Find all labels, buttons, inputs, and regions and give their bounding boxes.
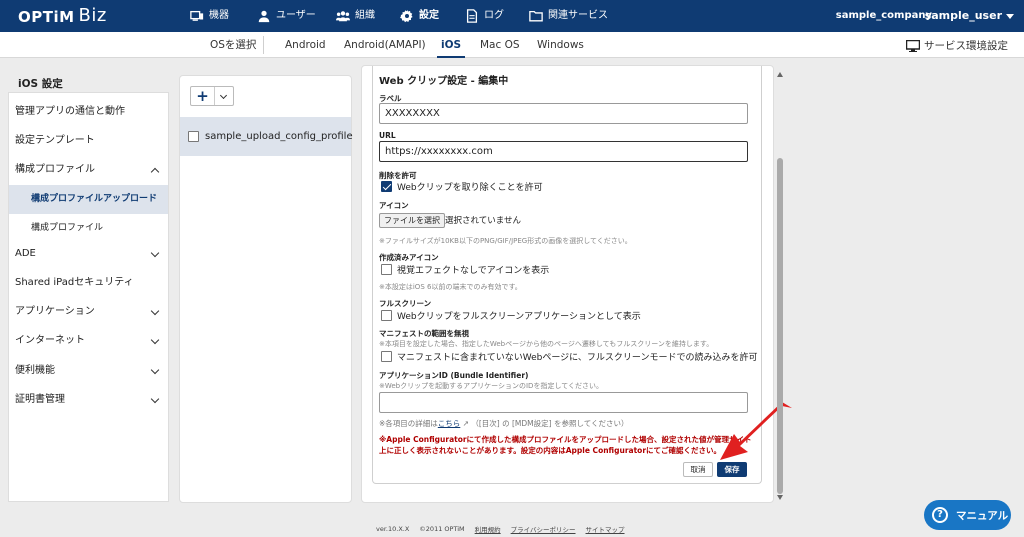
sidebar-item-config-profile-upload[interactable]: 構成プロファイルアップロード [9, 185, 168, 214]
nav-users[interactable]: ユーザー [257, 0, 316, 32]
file-status: 選択されていません [445, 216, 521, 226]
chevron-down-icon [150, 365, 160, 375]
sidebar-item-config-profile[interactable]: 構成プロファイル [9, 155, 168, 184]
folder-icon [529, 10, 543, 22]
chevron-down-icon[interactable] [1006, 14, 1014, 19]
chevron-down-icon[interactable] [215, 87, 233, 105]
list-item[interactable]: sample_upload_config_profile [180, 117, 353, 156]
sidebar-title: iOS 設定 [18, 78, 63, 90]
tab-ios[interactable]: iOS [436, 32, 466, 58]
bundle-id-label: アプリケーションID (Bundle Identifier) [379, 371, 529, 380]
fullscreen-checkbox-row[interactable]: Webクリップをフルスクリーンアプリケーションとして表示 [381, 309, 641, 322]
nav-org[interactable]: 組織 [336, 0, 375, 32]
profile-checkbox[interactable] [188, 131, 199, 142]
precomposed-checkbox[interactable] [381, 264, 392, 275]
precomposed-checkbox-row[interactable]: 視覚エフェクトなしでアイコンを表示 [381, 263, 549, 276]
sidebar-item-template[interactable]: 設定テンプレート [9, 126, 168, 155]
monitor-icon [906, 39, 920, 52]
bundle-id-note: ※Webクリップを起動するアプリケーションのIDを指定してください。 [379, 382, 604, 390]
profile-name: sample_upload_config_profile [205, 131, 353, 142]
icon-note: ※ファイルサイズが10KB以下のPNG/GIF/JPEG形式の画像を選択してくだ… [379, 237, 632, 245]
privacy-link[interactable]: プライバシーポリシー [511, 524, 576, 534]
external-link-icon: ↗ [462, 419, 469, 428]
choose-file-button[interactable]: ファイルを選択 [379, 213, 445, 228]
service-env-settings-link[interactable]: サービス環境設定 [906, 38, 1008, 53]
webclip-form-panel: Web クリップ設定 - 編集中 ラベル XXXXXXXX URL https:… [361, 65, 774, 503]
chevron-down-icon [150, 248, 160, 258]
profile-list-panel: + sample_upload_config_profile [179, 75, 353, 503]
org-icon [336, 11, 350, 22]
chevron-down-icon [150, 335, 160, 345]
sidebar-item-certificates[interactable]: 証明書管理 [9, 385, 168, 414]
device-icon [190, 10, 204, 21]
chevron-down-icon [150, 394, 160, 404]
bundle-id-input[interactable] [379, 392, 748, 413]
removable-checkbox[interactable] [381, 181, 392, 192]
url-field-label: URL [379, 131, 396, 140]
scroll-up-icon[interactable] [777, 72, 783, 77]
fullscreen-label: フルスクリーン [379, 299, 432, 308]
detail-link-line: ※各項目の詳細はこちら ↗ （[目次] の [MDM設定] を参照してください） [379, 419, 629, 428]
terms-link[interactable]: 利用規約 [475, 524, 501, 534]
top-header: OPTiM Biz 機器 ユーザー 組織 設定 ログ 関連サービス sample_… [0, 0, 1024, 32]
url-input[interactable]: https://xxxxxxxx.com [379, 141, 748, 162]
nav-related-services[interactable]: 関連サービス [529, 0, 608, 32]
ignore-manifest-checkbox-row[interactable]: マニフェストに含まれていないWebページに、フルスクリーンモードでの読み込みを許… [381, 350, 757, 363]
save-button[interactable]: 保存 [717, 462, 747, 477]
nav-log[interactable]: ログ [465, 0, 504, 32]
sidebar-item-shared-ipad[interactable]: Shared iPadセキュリティ [9, 268, 168, 297]
ignore-manifest-note: ※本項目を設定した場合、指定したWebページから他のページへ遷移してもフルスクリ… [379, 340, 714, 348]
tab-macos[interactable]: Mac OS [480, 32, 520, 58]
add-profile-button[interactable]: + [190, 86, 234, 106]
footer: ver.10.X.X ©2011 OPTiM 利用規約 プライバシーポリシー サ… [376, 524, 625, 534]
chevron-down-icon [150, 306, 160, 316]
ignore-manifest-checkbox[interactable] [381, 351, 392, 362]
sidebar-item-app-comm[interactable]: 管理アプリの通信と動作 [9, 97, 168, 126]
help-icon: ? [932, 507, 948, 523]
label-input[interactable]: XXXXXXXX [379, 103, 748, 124]
precomposed-note: ※本設定はiOS 6以前の端末でのみ有効です。 [379, 283, 522, 291]
log-icon [466, 9, 478, 23]
sidebar-menu: 管理アプリの通信と動作 設定テンプレート 構成プロファイル 構成プロファイルアッ… [8, 92, 169, 502]
precomposed-label: 作成済みアイコン [379, 253, 439, 262]
os-tab-bar: OSを選択 Android Android(AMAPI) iOS Mac OS … [0, 32, 1024, 58]
plus-icon[interactable]: + [191, 87, 215, 105]
ignore-manifest-label: マニフェストの範囲を無視 [379, 329, 469, 338]
sidebar-item-applications[interactable]: アプリケーション [9, 297, 168, 326]
gear-icon [400, 9, 413, 23]
optim-biz-logo[interactable]: OPTiM Biz [18, 5, 107, 27]
user-icon [258, 10, 270, 23]
chevron-up-icon [150, 167, 160, 177]
warning-text: ※Apple Configuratorにて作成した構成プロファイルをアップロード… [379, 435, 752, 455]
removable-checkbox-row[interactable]: Webクリップを取り除くことを許可 [381, 180, 543, 193]
os-select-label: OSを選択 [210, 39, 257, 51]
sitemap-link[interactable]: サイトマップ [586, 524, 625, 534]
tab-android-amapi[interactable]: Android(AMAPI) [344, 32, 426, 58]
tab-windows[interactable]: Windows [537, 32, 584, 58]
company-name: sample_company [835, 10, 932, 21]
user-menu[interactable]: sample_user [925, 9, 1002, 22]
icon-label: アイコン [379, 201, 409, 210]
sidebar-item-ade[interactable]: ADE [9, 239, 168, 268]
sidebar-item-utilities[interactable]: 便利機能 [9, 356, 168, 385]
red-arrow-annotation [720, 402, 792, 460]
fullscreen-checkbox[interactable] [381, 310, 392, 321]
nav-settings[interactable]: 設定 [400, 0, 439, 32]
webclip-form: Web クリップ設定 - 編集中 ラベル XXXXXXXX URL https:… [372, 66, 762, 484]
cancel-button[interactable]: 取消 [683, 462, 713, 477]
form-title: Web クリップ設定 - 編集中 [379, 76, 509, 87]
scroll-thumb[interactable] [777, 158, 783, 494]
sidebar: iOS 設定 管理アプリの通信と動作 設定テンプレート 構成プロファイル 構成プ… [0, 73, 169, 503]
manual-button[interactable]: ? マニュアル [924, 500, 1011, 530]
divider [263, 36, 264, 54]
scroll-down-icon[interactable] [777, 495, 783, 500]
nav-devices[interactable]: 機器 [190, 0, 229, 32]
form-scrollbar[interactable] [776, 72, 784, 500]
copyright: ©2011 OPTiM [419, 525, 465, 533]
sidebar-item-internet[interactable]: インターネット [9, 326, 168, 355]
tab-android[interactable]: Android [285, 32, 326, 58]
version: ver.10.X.X [376, 525, 410, 533]
detail-link[interactable]: こちら [438, 419, 461, 428]
